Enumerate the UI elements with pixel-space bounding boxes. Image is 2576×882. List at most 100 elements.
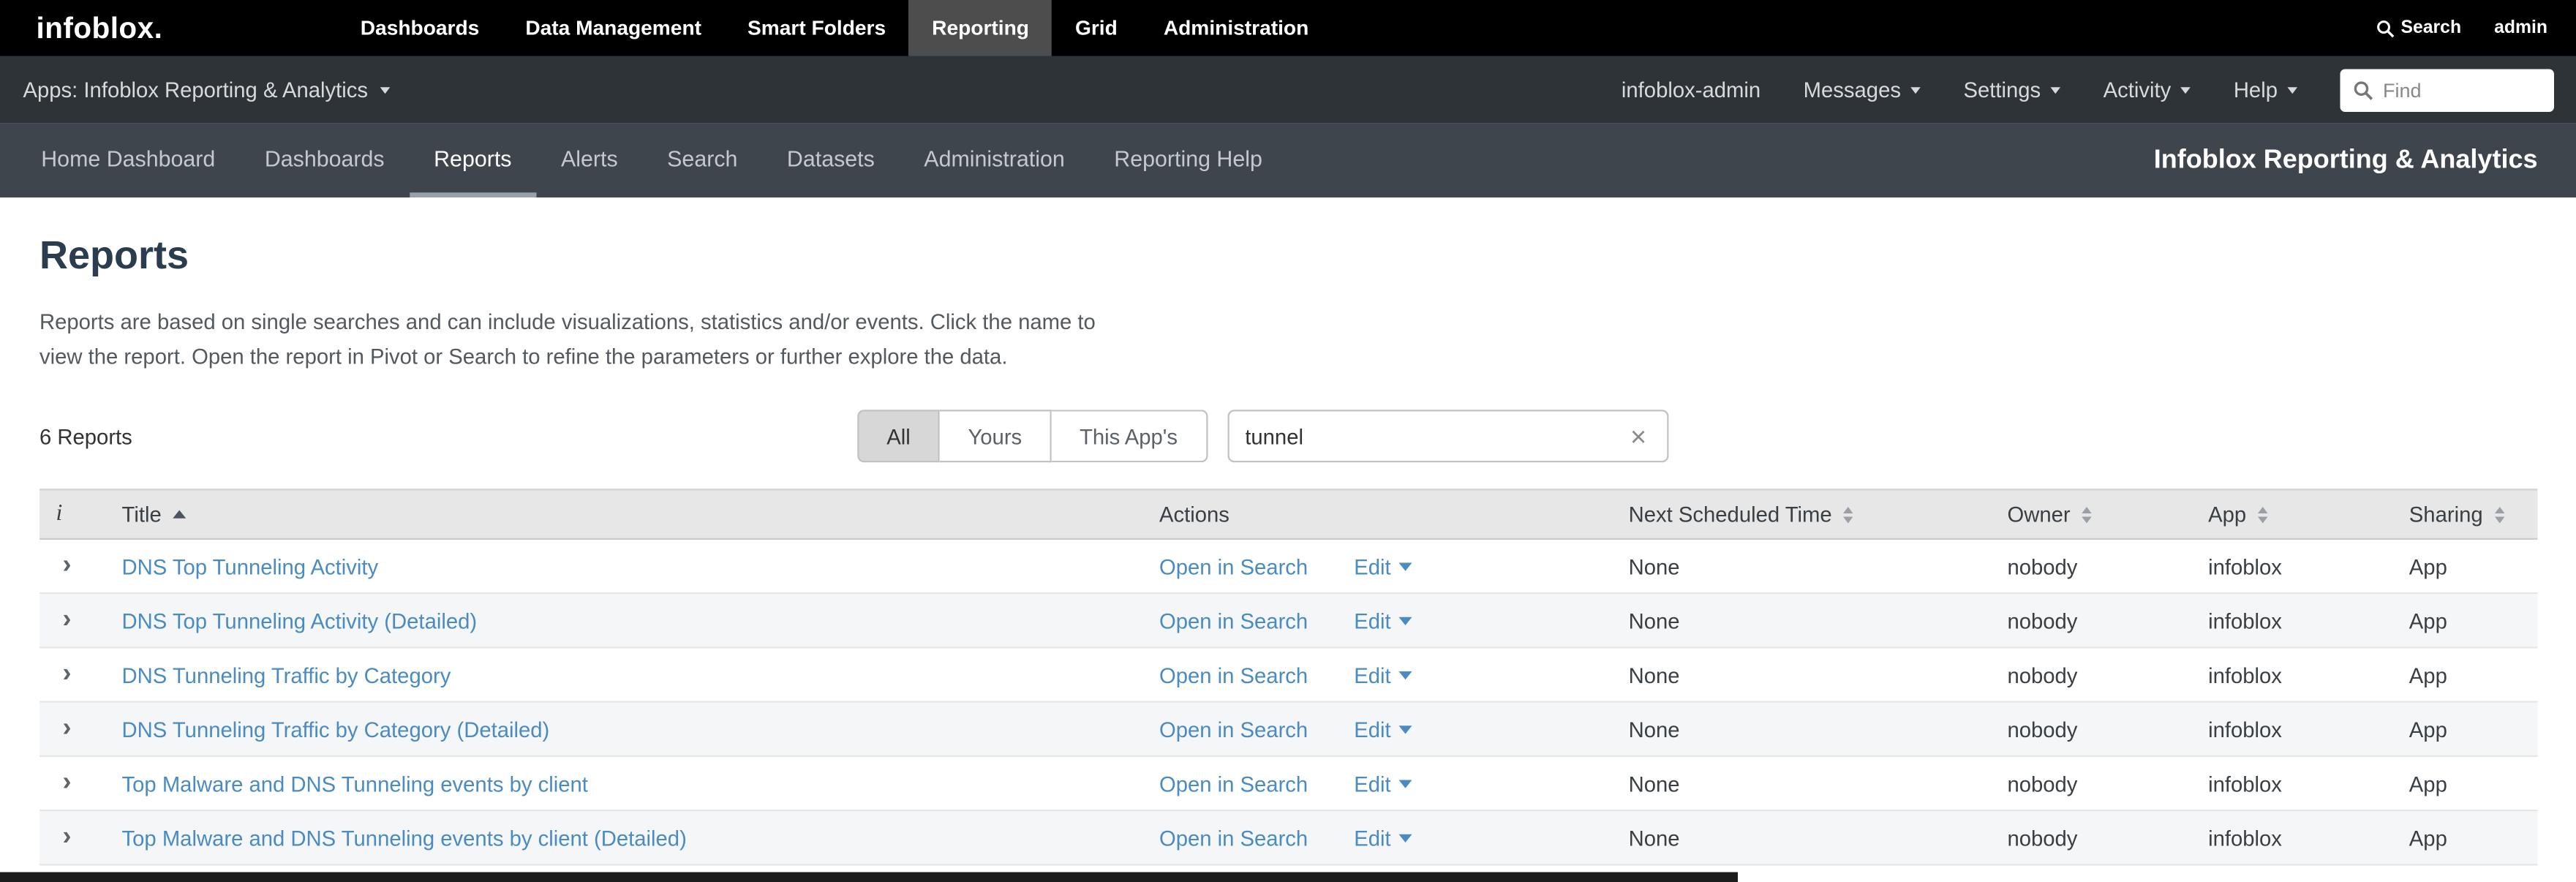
owner-cell: nobody (1991, 810, 2192, 864)
filter-button-group: All Yours This App's (857, 410, 1208, 462)
open-in-search-link[interactable]: Open in Search (1159, 771, 1308, 796)
owner-cell: nobody (1991, 702, 2192, 756)
top-nav-reporting[interactable]: Reporting (909, 0, 1052, 56)
column-header-title[interactable]: Title (105, 490, 1142, 540)
messages-menu[interactable]: Messages (1804, 78, 1921, 102)
top-nav: Dashboards Data Management Smart Folders… (337, 0, 1332, 56)
top-nav-smart-folders[interactable]: Smart Folders (725, 0, 909, 56)
nav-dashboards[interactable]: Dashboards (240, 124, 409, 197)
next-scheduled-cell: None (1612, 756, 1991, 810)
next-scheduled-cell: None (1612, 593, 1991, 647)
expand-row-icon[interactable]: › (56, 662, 78, 688)
top-nav-administration[interactable]: Administration (1140, 0, 1331, 56)
table-row: › DNS Top Tunneling Activity (Detailed) … (39, 593, 2538, 647)
list-controls: 6 Reports All Yours This App's × (39, 410, 2538, 462)
reporting-nav-bar: Home Dashboard Dashboards Reports Alerts… (0, 124, 2576, 197)
apps-selector[interactable]: Apps: Infoblox Reporting & Analytics (23, 78, 390, 102)
open-in-search-link[interactable]: Open in Search (1159, 717, 1308, 742)
nav-datasets[interactable]: Datasets (762, 124, 899, 197)
next-scheduled-cell: None (1612, 539, 1991, 593)
expand-row-icon[interactable]: › (56, 607, 78, 633)
edit-menu-link[interactable]: Edit (1354, 826, 1412, 851)
report-title-link[interactable]: DNS Tunneling Traffic by Category (Detai… (122, 717, 550, 742)
caret-down-icon (1399, 562, 1412, 570)
filter-all-button[interactable]: All (857, 410, 941, 462)
chevron-down-icon (380, 86, 390, 93)
expand-row-icon[interactable]: › (56, 716, 78, 742)
nav-administration[interactable]: Administration (900, 124, 1090, 197)
open-in-search-link[interactable]: Open in Search (1159, 826, 1308, 851)
nav-reporting-help[interactable]: Reporting Help (1090, 124, 1287, 197)
table-row: › DNS Top Tunneling Activity Open in Sea… (39, 539, 2538, 593)
app-bar: Apps: Infoblox Reporting & Analytics inf… (0, 56, 2576, 124)
nav-home-dashboard[interactable]: Home Dashboard (17, 124, 241, 197)
sort-toggle-icon (2258, 506, 2268, 523)
infoblox-logo[interactable]: infoblox. (0, 0, 337, 56)
reports-search-input[interactable] (1245, 424, 1627, 449)
main-content: Reports Reports are based on single sear… (0, 197, 2576, 866)
table-header-row: i Title Actions Next Scheduled Time Owne… (39, 490, 2538, 540)
sort-toggle-icon (2082, 506, 2092, 523)
table-row: › Top Malware and DNS Tunneling events b… (39, 810, 2538, 864)
app-window: infoblox. Dashboards Data Management Sma… (0, 0, 2576, 882)
top-nav-data-management[interactable]: Data Management (502, 0, 725, 56)
report-title-link[interactable]: DNS Tunneling Traffic by Category (122, 663, 451, 687)
table-row: › Top Malware and DNS Tunneling events b… (39, 756, 2538, 810)
page-description: Reports are based on single searches and… (39, 304, 2538, 374)
expand-row-icon[interactable]: › (56, 824, 78, 851)
owner-cell: nobody (1991, 648, 2192, 702)
filter-yours-button[interactable]: Yours (940, 410, 1052, 462)
sharing-cell: App (2392, 756, 2537, 810)
edit-menu-link[interactable]: Edit (1354, 717, 1412, 742)
app-cell: infoblox (2192, 756, 2393, 810)
column-header-owner[interactable]: Owner (1991, 490, 2192, 540)
app-cell: infoblox (2192, 539, 2393, 593)
settings-menu[interactable]: Settings (1963, 78, 2060, 102)
app-bar-right: infoblox-admin Messages Settings Activit… (1622, 68, 2554, 111)
edit-menu-link[interactable]: Edit (1354, 663, 1412, 687)
sort-ascending-icon (173, 510, 186, 519)
top-nav-dashboards[interactable]: Dashboards (337, 0, 502, 56)
expand-row-icon[interactable]: › (56, 770, 78, 796)
nav-reports[interactable]: Reports (409, 124, 536, 197)
open-in-search-link[interactable]: Open in Search (1159, 554, 1308, 578)
admin-user-menu[interactable]: admin (2494, 18, 2547, 38)
column-header-app[interactable]: App (2192, 490, 2393, 540)
report-title-link[interactable]: Top Malware and DNS Tunneling events by … (122, 826, 687, 851)
top-nav-grid[interactable]: Grid (1052, 0, 1140, 56)
table-row: › DNS Tunneling Traffic by Category (Det… (39, 702, 2538, 756)
sort-toggle-icon (1843, 506, 1853, 523)
table-row: › DNS Tunneling Traffic by Category Open… (39, 648, 2538, 702)
clear-search-icon[interactable]: × (1627, 422, 1649, 450)
reports-table: i Title Actions Next Scheduled Time Owne… (39, 489, 2538, 865)
edit-menu-link[interactable]: Edit (1354, 608, 1412, 633)
messages-label: Messages (1804, 78, 1901, 102)
open-in-search-link[interactable]: Open in Search (1159, 608, 1308, 633)
activity-menu[interactable]: Activity (2104, 78, 2191, 102)
edit-menu-link[interactable]: Edit (1354, 554, 1412, 578)
find-input[interactable] (2383, 78, 2541, 102)
report-title-link[interactable]: Top Malware and DNS Tunneling events by … (122, 771, 588, 796)
edit-menu-link[interactable]: Edit (1354, 771, 1412, 796)
filter-this-apps-button[interactable]: This App's (1052, 410, 1208, 462)
nav-alerts[interactable]: Alerts (536, 124, 642, 197)
column-header-next-scheduled[interactable]: Next Scheduled Time (1612, 490, 1991, 540)
global-search-button[interactable]: Search (2376, 18, 2461, 38)
nav-search[interactable]: Search (642, 124, 762, 197)
user-menu-infoblox-admin[interactable]: infoblox-admin (1622, 78, 1760, 102)
expand-row-icon[interactable]: › (56, 553, 78, 579)
report-title-link[interactable]: DNS Top Tunneling Activity (Detailed) (122, 608, 478, 633)
chevron-down-icon (1910, 86, 1921, 93)
column-header-sharing[interactable]: Sharing (2392, 490, 2537, 540)
open-in-search-link[interactable]: Open in Search (1159, 663, 1308, 687)
activity-label: Activity (2104, 78, 2172, 102)
top-bar-right: Search admin (2376, 0, 2576, 56)
report-title-link[interactable]: DNS Top Tunneling Activity (122, 554, 379, 578)
caret-down-icon (1399, 725, 1412, 733)
top-nav-bar: infoblox. Dashboards Data Management Sma… (0, 0, 2576, 56)
column-header-actions: Actions (1142, 490, 1612, 540)
sharing-cell: App (2392, 648, 2537, 702)
next-scheduled-cell: None (1612, 810, 1991, 864)
find-box (2340, 68, 2555, 111)
help-menu[interactable]: Help (2234, 78, 2297, 102)
